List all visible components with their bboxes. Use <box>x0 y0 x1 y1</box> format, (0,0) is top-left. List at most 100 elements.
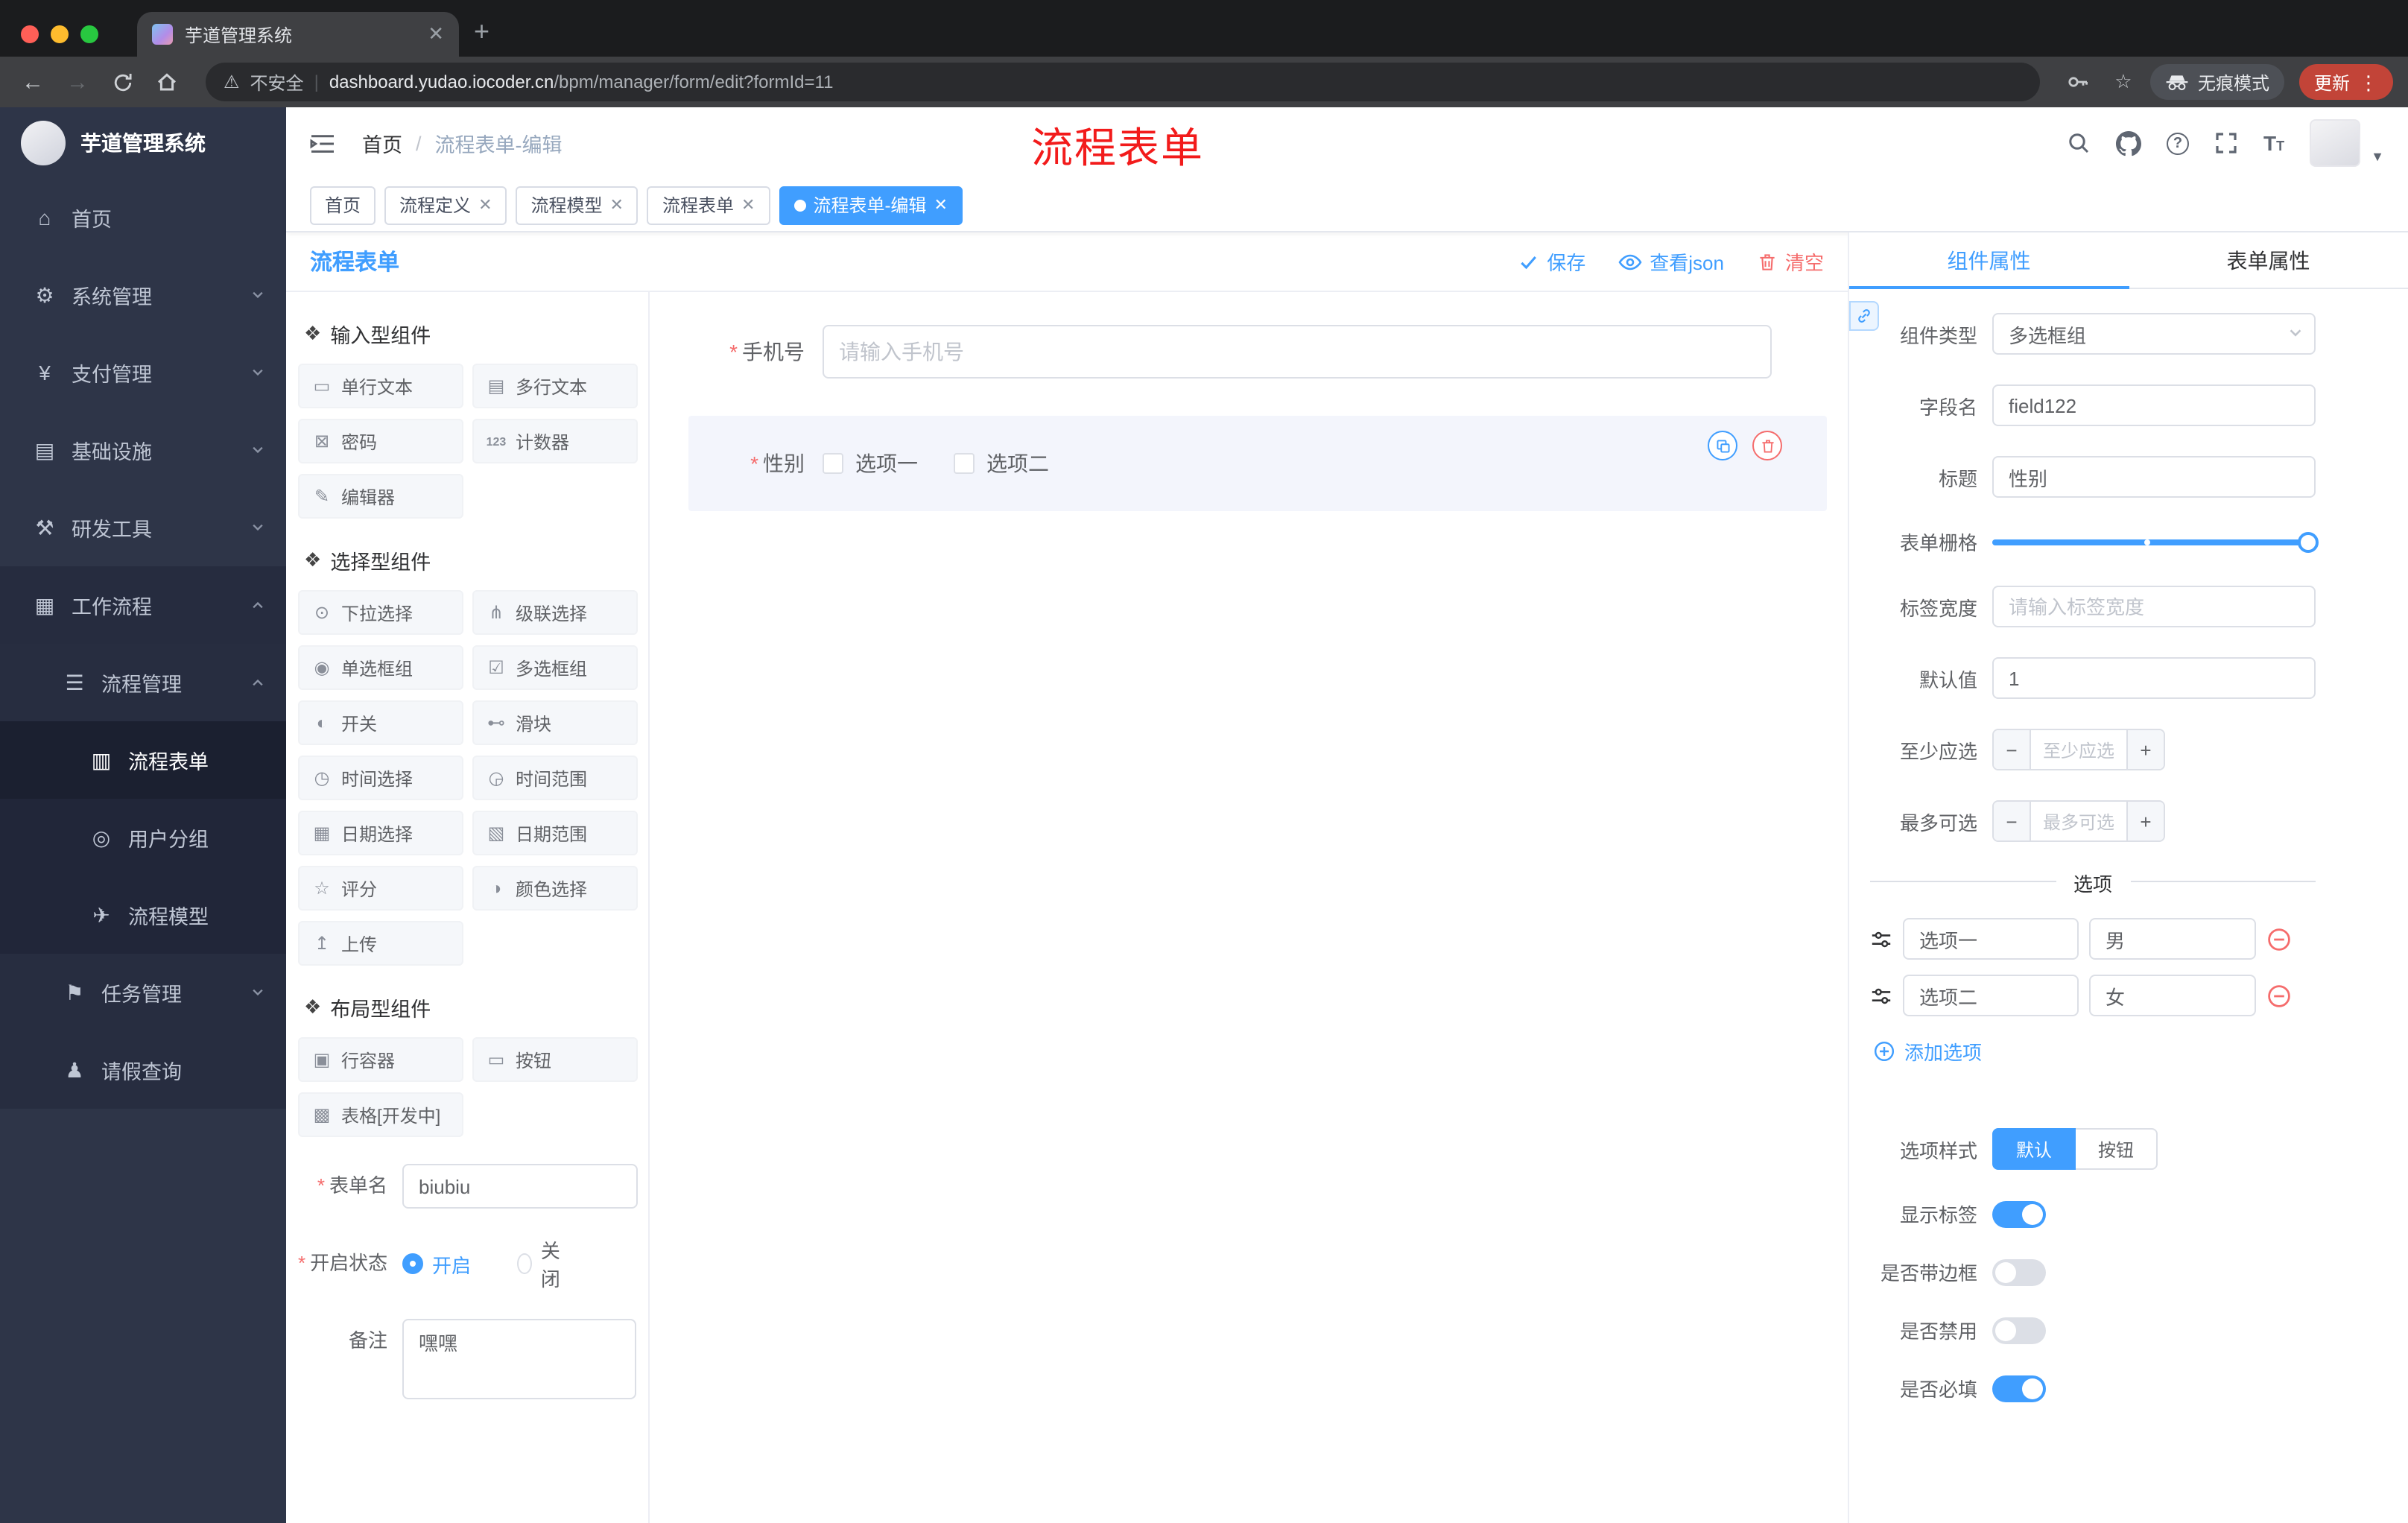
label-width-input[interactable] <box>1992 586 2316 627</box>
tab-component-props[interactable]: 组件属性 <box>1849 232 2129 289</box>
palette-item-single-line-text[interactable]: ▭ 单行文本 <box>298 364 463 408</box>
required-switch[interactable] <box>1992 1375 2046 1402</box>
form-name-input[interactable] <box>402 1164 638 1209</box>
back-icon[interactable]: ← <box>15 64 51 100</box>
tag-close-icon[interactable]: ✕ <box>610 195 624 215</box>
field-name-input[interactable] <box>1992 384 2316 426</box>
breadcrumb-home[interactable]: 首页 <box>362 128 402 158</box>
collapse-menu-icon[interactable] <box>310 132 335 154</box>
remove-option-button[interactable] <box>2266 983 2292 1008</box>
tag-process-form[interactable]: 流程表单 ✕ <box>647 186 770 224</box>
tag-home[interactable]: 首页 <box>310 186 376 224</box>
palette-item-checkbox-group[interactable]: ☑ 多选框组 <box>472 645 638 690</box>
sidebar-item-workflow[interactable]: ▦ 工作流程 <box>0 566 286 644</box>
decrease-button[interactable]: − <box>1994 802 2031 840</box>
style-default-button[interactable]: 默认 <box>1992 1128 2076 1170</box>
option-label-input[interactable] <box>1903 918 2079 960</box>
checkbox-option-1[interactable]: 选项一 <box>823 449 918 478</box>
palette-item-rate[interactable]: ☆ 评分 <box>298 866 463 911</box>
sidebar-item-leave-query[interactable]: ♟ 请假查询 <box>0 1031 286 1109</box>
palette-item-date-range[interactable]: ▧ 日期范围 <box>472 811 638 855</box>
tab-form-props[interactable]: 表单属性 <box>2129 232 2408 288</box>
copy-widget-button[interactable] <box>1708 431 1737 460</box>
sidebar-item-process-form[interactable]: ▥ 流程表单 <box>0 721 286 799</box>
maximize-window-button[interactable] <box>80 25 98 43</box>
palette-item-switch[interactable]: ◐ 开关 <box>298 700 463 745</box>
search-icon[interactable] <box>2067 131 2091 155</box>
tag-process-definition[interactable]: 流程定义 ✕ <box>384 186 507 224</box>
browser-update-button[interactable]: 更新 ⋮ <box>2298 64 2393 100</box>
tag-close-icon[interactable]: ✕ <box>741 195 755 215</box>
decrease-button[interactable]: − <box>1994 730 2031 769</box>
bookmark-star-icon[interactable]: ☆ <box>2106 64 2141 100</box>
option-value-input[interactable] <box>2089 975 2256 1016</box>
palette-item-upload[interactable]: ↥ 上传 <box>298 921 463 966</box>
palette-item-date-picker[interactable]: ▦ 日期选择 <box>298 811 463 855</box>
drag-handle-icon[interactable] <box>1870 984 1892 1007</box>
radio-open[interactable]: 开启 <box>402 1250 490 1278</box>
palette-item-cascader[interactable]: ⋔ 级联选择 <box>472 590 638 635</box>
new-tab-button[interactable]: + <box>459 16 507 57</box>
phone-input[interactable] <box>823 325 1772 379</box>
palette-item-editor[interactable]: ✎ 编辑器 <box>298 474 463 519</box>
tag-process-form-edit[interactable]: 流程表单-编辑 ✕ <box>779 186 963 224</box>
increase-button[interactable]: + <box>2126 802 2164 840</box>
component-type-select[interactable] <box>1992 313 2316 355</box>
style-button-button[interactable]: 按钮 <box>2076 1128 2158 1170</box>
browser-tab[interactable]: 芋道管理系统 ✕ <box>137 12 459 57</box>
delete-widget-button[interactable] <box>1752 431 1782 460</box>
grid-slider[interactable] <box>1992 531 2319 552</box>
palette-item-slider[interactable]: ⊷ 滑块 <box>472 700 638 745</box>
tag-process-model[interactable]: 流程模型 ✕ <box>516 186 639 224</box>
user-avatar[interactable] <box>2310 119 2361 167</box>
font-size-icon[interactable]: TT <box>2263 131 2284 155</box>
link-icon[interactable] <box>1849 301 1879 331</box>
checkbox-option-2[interactable]: 选项二 <box>954 449 1049 478</box>
clear-button[interactable]: 清空 <box>1757 247 1824 276</box>
default-value-input[interactable] <box>1992 657 2316 699</box>
disabled-switch[interactable] <box>1992 1317 2046 1343</box>
option-label-input[interactable] <box>1903 975 2079 1016</box>
palette-item-color-picker[interactable]: ◑ 颜色选择 <box>472 866 638 911</box>
tab-close-icon[interactable]: ✕ <box>428 22 444 46</box>
add-option-button[interactable]: 添加选项 <box>1873 1037 2316 1066</box>
palette-item-button[interactable]: ▭ 按钮 <box>472 1037 638 1082</box>
drag-handle-icon[interactable] <box>1870 928 1892 950</box>
tag-close-icon[interactable]: ✕ <box>934 195 947 215</box>
border-switch[interactable] <box>1992 1258 2046 1285</box>
increase-button[interactable]: + <box>2126 730 2164 769</box>
browser-menu-kebab-icon[interactable]: ⋮ <box>2359 72 2378 92</box>
reload-icon[interactable] <box>104 64 140 100</box>
sidebar-item-system[interactable]: ⚙ 系统管理 <box>0 256 286 334</box>
palette-item-multi-line-text[interactable]: ▤ 多行文本 <box>472 364 638 408</box>
form-remark-textarea[interactable]: 嘿嘿 <box>402 1319 636 1399</box>
help-icon[interactable]: ? <box>2167 132 2190 154</box>
forward-icon[interactable]: → <box>60 64 95 100</box>
show-label-switch[interactable] <box>1992 1200 2046 1227</box>
palette-item-password[interactable]: ⊠ 密码 <box>298 419 463 463</box>
palette-item-row-container[interactable]: ▣ 行容器 <box>298 1037 463 1082</box>
github-icon[interactable] <box>2116 130 2142 156</box>
fullscreen-icon[interactable] <box>2214 131 2238 155</box>
save-button[interactable]: 保存 <box>1518 247 1585 276</box>
palette-item-radio-group[interactable]: ◉ 单选框组 <box>298 645 463 690</box>
sidebar-item-home[interactable]: ⌂ 首页 <box>0 179 286 256</box>
palette-item-counter[interactable]: 123 计数器 <box>472 419 638 463</box>
gender-widget-selected[interactable]: * 性别 选项一 选项二 <box>688 416 1827 511</box>
sidebar-item-process-model[interactable]: ✈ 流程模型 <box>0 876 286 954</box>
slider-handle[interactable] <box>2298 531 2319 552</box>
minimize-window-button[interactable] <box>51 25 69 43</box>
sidebar-item-payment[interactable]: ¥ 支付管理 <box>0 334 286 411</box>
sidebar-item-user-group[interactable]: ◎ 用户分组 <box>0 799 286 876</box>
home-icon[interactable] <box>149 64 185 100</box>
remove-option-button[interactable] <box>2266 926 2292 952</box>
tag-close-icon[interactable]: ✕ <box>478 195 492 215</box>
view-json-button[interactable]: 查看json <box>1618 247 1724 276</box>
password-key-icon[interactable] <box>2061 64 2097 100</box>
palette-item-table-dev[interactable]: ▩ 表格[开发中] <box>298 1092 463 1137</box>
address-bar[interactable]: ⚠ 不安全 | dashboard.yudao.iocoder.cn/bpm/m… <box>206 63 2040 101</box>
sidebar-item-task-manage[interactable]: ⚑ 任务管理 <box>0 954 286 1031</box>
min-select-value[interactable]: 至少应选 <box>2031 730 2126 769</box>
close-window-button[interactable] <box>21 25 39 43</box>
sidebar-item-process-manage[interactable]: ☰ 流程管理 <box>0 644 286 721</box>
